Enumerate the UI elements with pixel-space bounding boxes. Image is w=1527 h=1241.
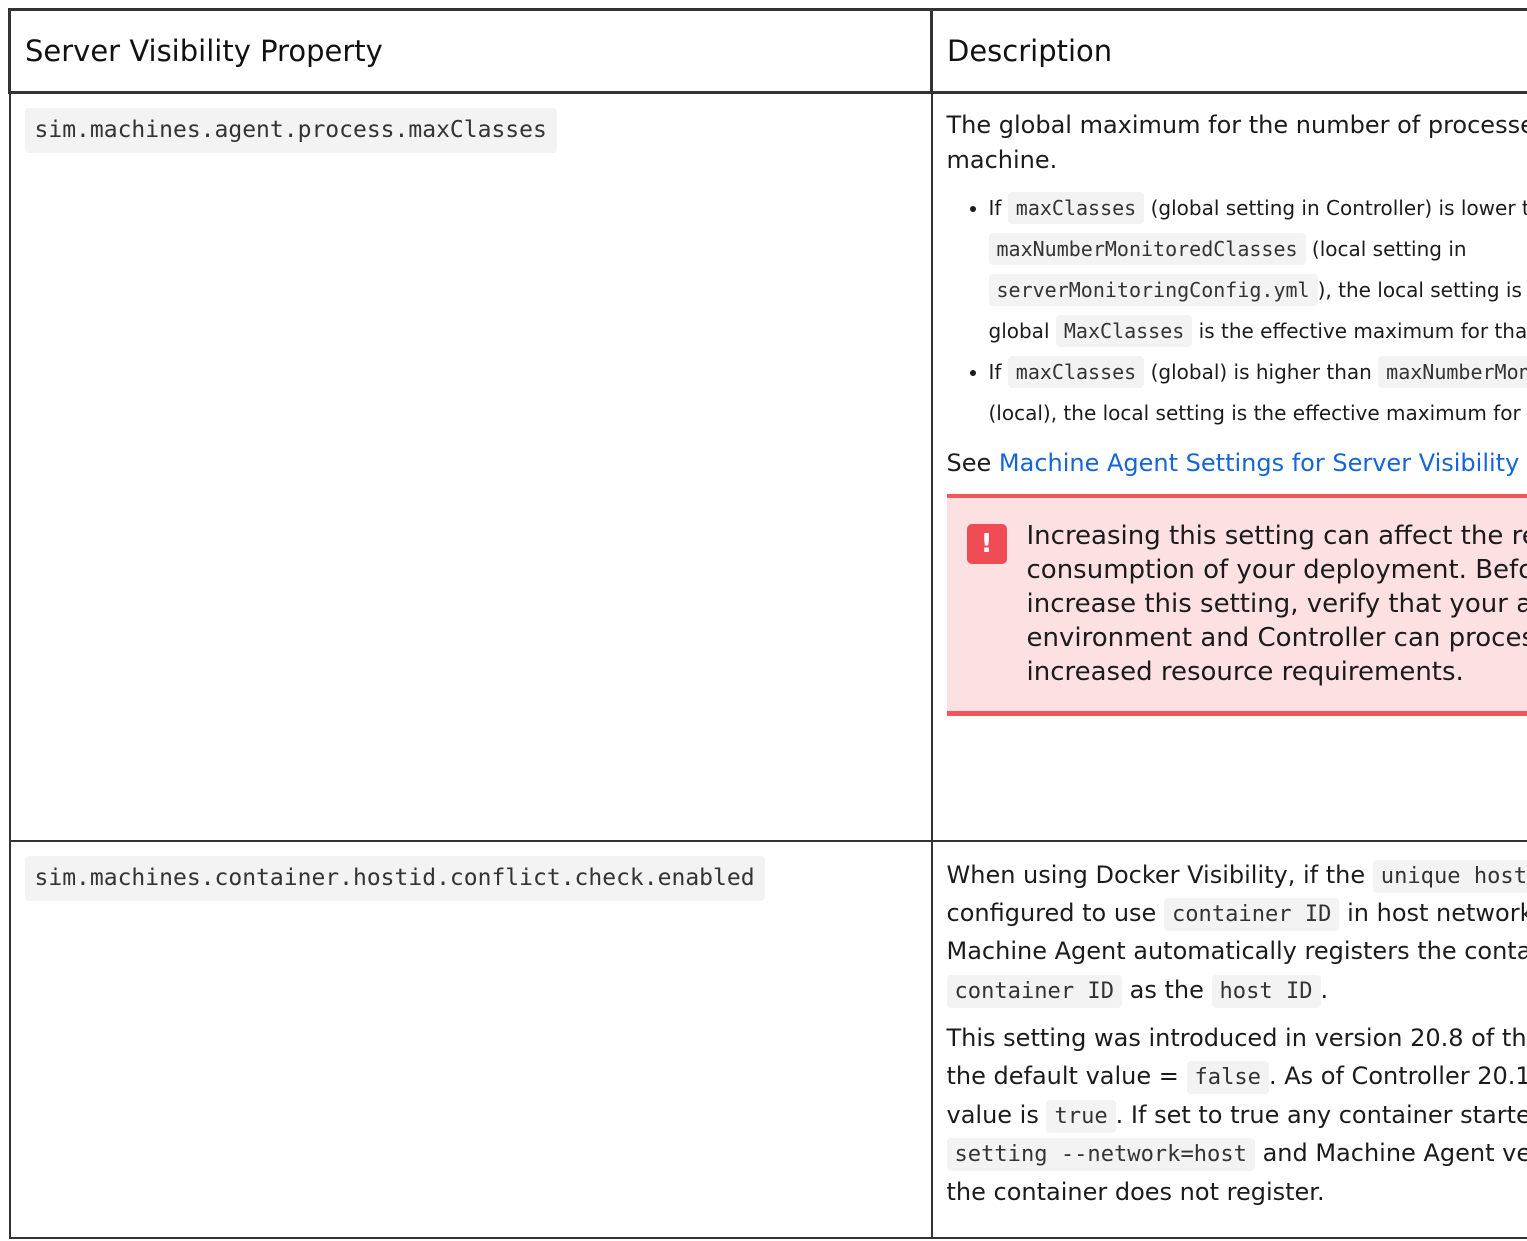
property-cell: sim.machines.container.hostid.conflict.c… xyxy=(8,839,933,1240)
table-row: sim.machines.agent.process.maxClasses Th… xyxy=(8,91,1527,842)
text: . If set to true any container started w… xyxy=(1115,1100,1527,1129)
text: When using Docker Visibility, if the xyxy=(946,860,1373,889)
warning-alert: ! Increasing this setting can affect the… xyxy=(946,494,1527,717)
page: Server Visibility Property Description s… xyxy=(0,0,1527,1241)
description-cell: The global maximum for the number of pro… xyxy=(930,91,1527,842)
inline-code: maxClasses xyxy=(1007,355,1145,388)
column-header-property: Server Visibility Property xyxy=(8,8,933,94)
inline-code: maxNumberMonitoredClasses xyxy=(988,232,1306,265)
description-paragraph: This setting was introduced in version 2… xyxy=(946,1019,1527,1211)
description-intro: The global maximum for the number of pro… xyxy=(946,111,1527,174)
inline-code: unique host ID xyxy=(1372,859,1527,893)
inline-code: container ID xyxy=(946,974,1123,1008)
exclamation-icon: ! xyxy=(966,524,1007,565)
inline-code: maxClasses xyxy=(1007,191,1145,224)
text: (global) is higher than xyxy=(1144,359,1379,384)
list-item: If maxClasses (global setting in Control… xyxy=(988,188,1527,352)
property-name: sim.machines.agent.process.maxClasses xyxy=(24,108,557,154)
text: If xyxy=(988,195,1008,220)
description-list: If maxClasses (global setting in Control… xyxy=(947,188,1527,434)
table-row: sim.machines.container.hostid.conflict.c… xyxy=(8,839,1527,1240)
table-header-row: Server Visibility Property Description xyxy=(8,8,1527,94)
inline-code: container ID xyxy=(1163,897,1340,931)
text: . xyxy=(1320,975,1329,1004)
text: (local setting in xyxy=(1305,236,1467,261)
inline-code: maxNumberMonitoredClasses xyxy=(1378,355,1527,388)
text: as the xyxy=(1122,975,1212,1004)
text: (global setting in Controller) is lower … xyxy=(1144,195,1527,220)
inline-code: setting --network=host xyxy=(946,1138,1255,1172)
property-cell: sim.machines.agent.process.maxClasses xyxy=(8,91,933,842)
description-cell: When using Docker Visibility, if the uni… xyxy=(930,839,1527,1240)
list-item: If maxClasses (global) is higher than ma… xyxy=(989,352,1527,434)
text: If xyxy=(988,359,1008,384)
server-visibility-properties-table: Server Visibility Property Description s… xyxy=(8,8,1527,1240)
text: (local), the local setting is the effect… xyxy=(988,400,1527,425)
text: is the effective maximum for that machin… xyxy=(1198,318,1527,343)
inline-code: true xyxy=(1046,1099,1116,1133)
inline-code: false xyxy=(1186,1061,1269,1095)
see-also: See Machine Agent Settings for Server Vi… xyxy=(947,446,1527,481)
property-name: sim.machines.container.hostid.conflict.c… xyxy=(24,855,765,901)
inline-code: MaxClasses xyxy=(1055,314,1193,347)
alert-text: Increasing this setting can affect the r… xyxy=(1026,521,1527,687)
machine-agent-settings-link[interactable]: Machine Agent Settings for Server Visibi… xyxy=(999,449,1519,477)
inline-code: serverMonitoringConfig.yml xyxy=(988,273,1318,306)
column-header-description: Description xyxy=(930,8,1527,94)
inline-code: host ID xyxy=(1211,974,1321,1008)
text: See xyxy=(946,448,999,477)
description-paragraph: When using Docker Visibility, if the uni… xyxy=(946,856,1527,1010)
